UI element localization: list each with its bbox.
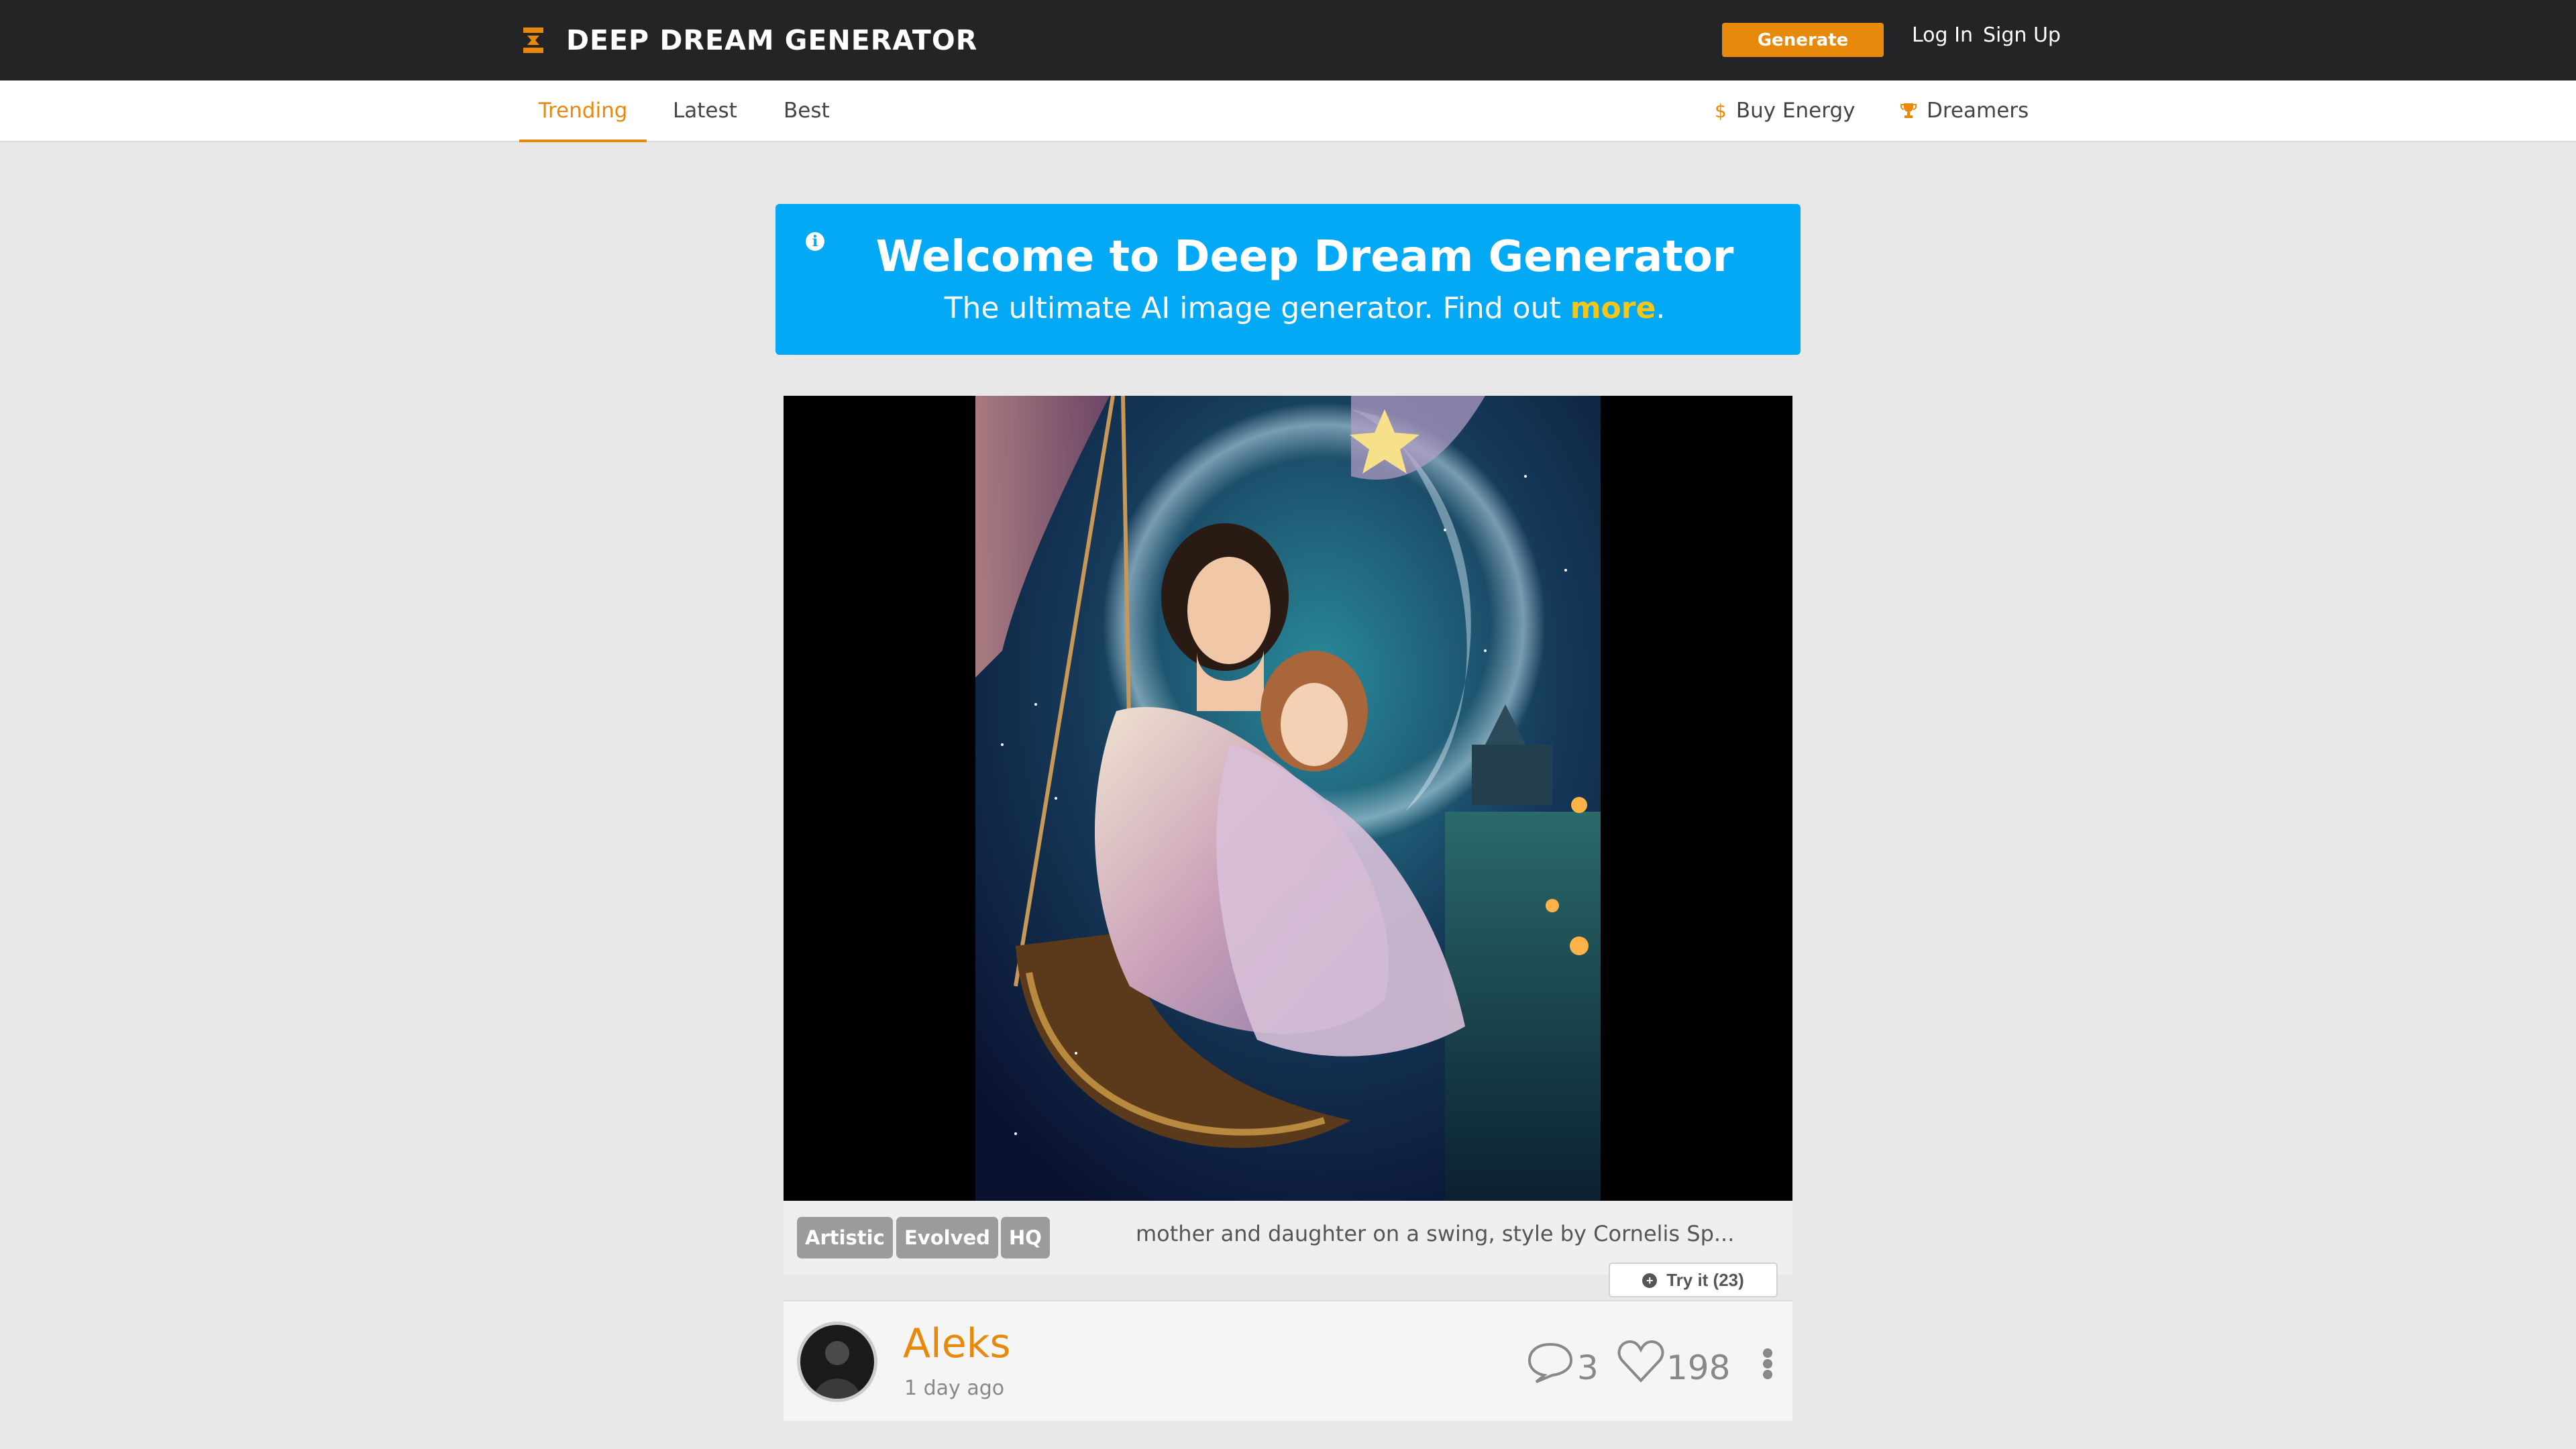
- banner-subtitle: The ultimate AI image generator. Find ou…: [775, 291, 1801, 325]
- logo-icon: [523, 28, 543, 53]
- try-it-label: Try it (23): [1666, 1270, 1744, 1290]
- banner-title: Welcome to Deep Dream Generator: [875, 232, 1734, 282]
- plus-circle-icon: +: [1642, 1273, 1658, 1288]
- top-bar: DEEP DREAM GENERATOR Generate Log In Sig…: [0, 0, 2576, 80]
- trophy-icon: [1900, 103, 1917, 118]
- banner-subtitle-text: The ultimate AI image generator. Find ou…: [944, 291, 1570, 325]
- buy-energy-link[interactable]: $ Buy Energy: [1715, 80, 1855, 142]
- tab-trending[interactable]: Trending: [519, 80, 647, 142]
- post-image[interactable]: [784, 396, 1792, 1201]
- dreamers-link[interactable]: Dreamers: [1900, 80, 2029, 142]
- banner-subtitle-end: .: [1656, 291, 1666, 325]
- badge-evolved[interactable]: Evolved: [896, 1217, 998, 1258]
- sub-navigation: Trending Latest Best $ Buy Energy Dreamer…: [0, 80, 2576, 142]
- heart-icon[interactable]: [1617, 1339, 1665, 1383]
- dreamers-label: Dreamers: [1927, 99, 2029, 123]
- welcome-banner: i Welcome to Deep Dream Generator The ul…: [775, 204, 1801, 355]
- signup-link[interactable]: Sign Up: [1983, 23, 2061, 47]
- brand-logo[interactable]: DEEP DREAM GENERATOR: [522, 24, 977, 56]
- tab-best[interactable]: Best: [784, 80, 830, 142]
- brand-name: DEEP DREAM GENERATOR: [566, 24, 978, 56]
- post-prompt[interactable]: mother and daughter on a swing, style by…: [1136, 1221, 1734, 1246]
- buy-energy-label: Buy Energy: [1735, 99, 1856, 123]
- avatar[interactable]: [797, 1322, 877, 1402]
- more-vertical-icon[interactable]: [1763, 1348, 1774, 1379]
- post-author-bar: Aleks 1 day ago 3 198: [784, 1300, 1792, 1421]
- dollar-icon: $: [1715, 100, 1727, 122]
- generate-button[interactable]: Generate: [1722, 23, 1884, 57]
- comment-icon[interactable]: [1527, 1342, 1574, 1383]
- tab-latest[interactable]: Latest: [673, 80, 737, 142]
- artwork-image: [975, 396, 1601, 1201]
- try-it-button[interactable]: + Try it (23): [1609, 1263, 1778, 1297]
- more-link[interactable]: more: [1570, 291, 1656, 325]
- like-count: 198: [1666, 1348, 1731, 1387]
- badge-hq[interactable]: HQ: [1001, 1217, 1050, 1258]
- author-name[interactable]: Aleks: [903, 1320, 1011, 1367]
- post-time: 1 day ago: [904, 1377, 1005, 1400]
- avatar-image: [800, 1325, 874, 1399]
- comment-count: 3: [1577, 1348, 1599, 1387]
- badge-artistic[interactable]: Artistic: [797, 1217, 893, 1258]
- login-link[interactable]: Log In: [1912, 23, 1973, 47]
